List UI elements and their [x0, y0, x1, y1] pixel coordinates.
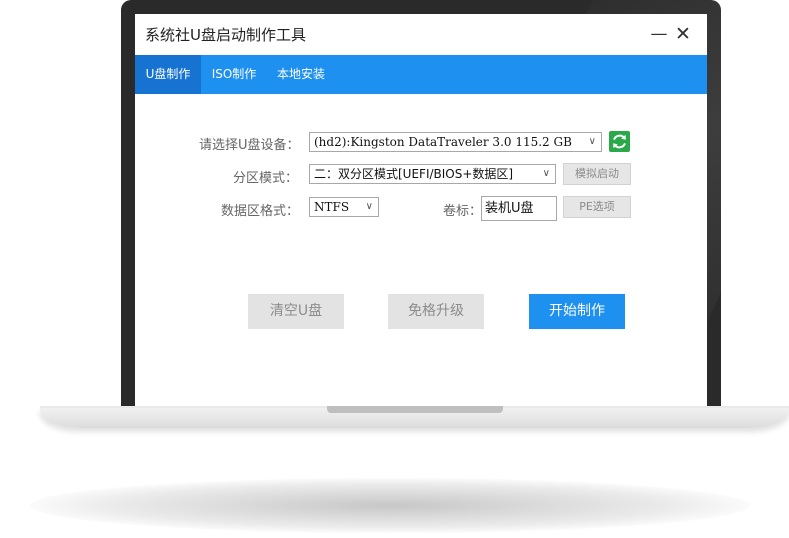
refresh-button[interactable]: [609, 131, 630, 152]
format-label: 数据区格式：: [221, 204, 300, 219]
floor-shadow: [30, 478, 750, 533]
chevron-down-icon: ∨: [588, 136, 596, 147]
laptop-base: [40, 406, 789, 428]
volume-label: 卷标：: [443, 204, 483, 219]
title-bar: 系统社U盘启动制作工具 — ✕: [135, 14, 707, 55]
device-select-value: (hd2):Kingston DataTraveler 3.0 115.2 GB: [314, 135, 572, 149]
pe-options-button[interactable]: PE选项: [563, 196, 631, 218]
format-select[interactable]: NTFS ∨: [309, 197, 379, 217]
volume-input[interactable]: 装机U盘: [481, 196, 557, 221]
app-window: 系统社U盘启动制作工具 — ✕ U盘制作 ISO制作 本地安装 请选择U盘设备：…: [135, 14, 707, 406]
window-title: 系统社U盘启动制作工具: [145, 26, 306, 44]
device-select[interactable]: (hd2):Kingston DataTraveler 3.0 115.2 GB…: [309, 132, 602, 152]
partition-label: 分区模式：: [233, 171, 299, 186]
close-button[interactable]: ✕: [673, 23, 693, 45]
simulate-boot-button[interactable]: 模拟启动: [563, 163, 631, 185]
refresh-icon: [613, 134, 626, 149]
tab-iso-make[interactable]: ISO制作: [205, 55, 263, 94]
start-make-button[interactable]: 开始制作: [529, 294, 625, 329]
partition-select[interactable]: 二：双分区模式[UEFI/BIOS+数据区] ∨: [309, 164, 556, 184]
device-label: 请选择U盘设备：: [199, 138, 300, 153]
format-select-value: NTFS: [314, 200, 350, 214]
format-free-upgrade-button[interactable]: 免格升级: [388, 294, 484, 329]
tab-usb-make[interactable]: U盘制作: [135, 55, 201, 94]
minimize-button[interactable]: —: [649, 23, 669, 45]
chevron-down-icon: ∨: [365, 201, 373, 212]
tab-local-install[interactable]: 本地安装: [269, 55, 333, 94]
chevron-down-icon: ∨: [542, 168, 550, 179]
partition-select-value: 二：双分区模式[UEFI/BIOS+数据区]: [314, 167, 514, 181]
clear-usb-button[interactable]: 清空U盘: [248, 294, 344, 329]
laptop-mockup: 系统社U盘启动制作工具 — ✕ U盘制作 ISO制作 本地安装 请选择U盘设备：…: [0, 0, 789, 538]
tab-bar: U盘制作 ISO制作 本地安装: [135, 55, 707, 94]
laptop-base-notch: [327, 406, 503, 413]
